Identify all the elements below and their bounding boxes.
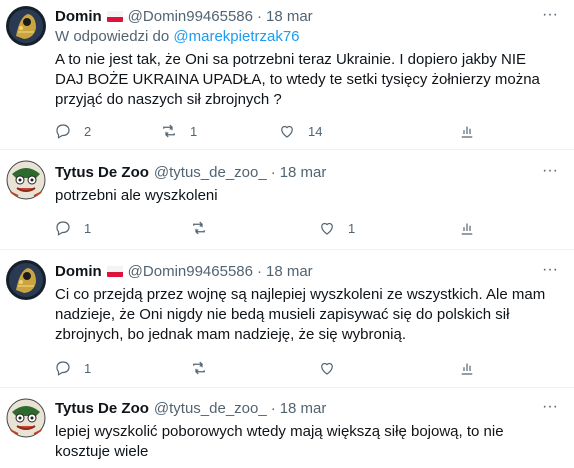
retweet-count: 1: [190, 123, 198, 139]
tweet-text: lepiej wyszkolić poborowych wtedy mają w…: [55, 423, 504, 460]
share-icon: [461, 223, 473, 235]
more-icon[interactable]: ···: [540, 7, 560, 28]
tweet-4[interactable]: Tytus De Zoo @tytus_de_zoo_ · 18 mar ··· le…: [0, 388, 574, 468]
reply-mention-link[interactable]: @marekpietrzak76: [173, 28, 299, 45]
tweet-header: Domin @Domin99465586 · 18 mar: [55, 263, 313, 281]
tweet-thread: Domin @Domin99465586 · 18 mar ··· W odpowie…: [0, 0, 574, 468]
share-button[interactable]: [458, 121, 476, 141]
avatar-tytus-image: [6, 398, 46, 438]
like-button[interactable]: 14: [278, 121, 322, 141]
share-button[interactable]: [458, 218, 476, 238]
tweet-1[interactable]: Domin @Domin99465586 · 18 mar ··· W odpowie…: [0, 0, 574, 150]
author-name[interactable]: Tytus De Zoo: [55, 164, 149, 181]
tweet-actions: 2 1 14: [50, 121, 510, 141]
avatar[interactable]: [6, 398, 46, 438]
reply-context: W odpowiedzi do @marekpietrzak76: [55, 28, 300, 46]
avatar[interactable]: [6, 6, 46, 46]
like-icon: [321, 222, 333, 235]
share-icon: [461, 363, 473, 375]
retweet-icon: [193, 361, 205, 375]
like-count: 1: [348, 220, 356, 236]
more-icon[interactable]: ···: [540, 163, 560, 184]
more-icon[interactable]: ···: [540, 399, 560, 420]
share-icon: [461, 126, 473, 138]
retweet-icon: [193, 221, 205, 235]
reply-count: 1: [84, 360, 92, 376]
tweet-actions: 1: [50, 358, 510, 378]
avatar-tytus-image: [6, 160, 46, 200]
tweet-3[interactable]: Domin @Domin99465586 · 18 mar ··· Ci co prz…: [0, 250, 574, 388]
tweet-header: Tytus De Zoo @tytus_de_zoo_ · 18 mar: [55, 400, 326, 418]
separator: ·: [256, 8, 262, 25]
author-name[interactable]: Domin: [55, 8, 102, 25]
reply-icon: [56, 221, 70, 236]
avatar-domin-image: [6, 6, 46, 46]
like-button[interactable]: 1: [318, 218, 355, 238]
author-handle[interactable]: @tytus_de_zoo_: [154, 164, 267, 181]
author-handle[interactable]: @Domin99465586: [128, 8, 253, 25]
author-name[interactable]: Domin: [55, 263, 102, 280]
retweet-button[interactable]: [190, 218, 208, 238]
reply-prefix: W odpowiedzi do: [55, 28, 170, 45]
author-name[interactable]: Tytus De Zoo: [55, 400, 149, 417]
reply-count: 2: [84, 123, 92, 139]
reply-button[interactable]: 1: [54, 218, 91, 238]
tweet-text: Ci co przejdą przez wojnę są najlepiej w…: [55, 286, 546, 343]
retweet-button[interactable]: 1: [160, 121, 197, 141]
separator: ·: [270, 400, 276, 417]
like-icon: [281, 125, 293, 138]
poland-flag-icon: [106, 266, 123, 277]
separator: ·: [270, 164, 276, 181]
tweet-date[interactable]: 18 mar: [280, 164, 327, 181]
tweet-text: potrzebni ale wyszkoleni: [55, 187, 218, 204]
separator: ·: [256, 263, 262, 280]
tweet-date[interactable]: 18 mar: [280, 400, 327, 417]
avatar[interactable]: [6, 160, 46, 200]
tweet-actions: 1 1: [50, 218, 510, 238]
avatar-domin-image: [6, 260, 46, 300]
author-handle[interactable]: @Domin99465586: [128, 263, 253, 280]
reply-icon: [56, 124, 70, 139]
poland-flag-icon: [106, 11, 123, 22]
avatar[interactable]: [6, 260, 46, 300]
tweet-2[interactable]: Tytus De Zoo @tytus_de_zoo_ · 18 mar ··· po…: [0, 150, 574, 250]
share-button[interactable]: [458, 358, 476, 378]
author-handle[interactable]: @tytus_de_zoo_: [154, 400, 267, 417]
like-count: 14: [308, 123, 323, 139]
reply-button[interactable]: 2: [54, 121, 91, 141]
retweet-icon: [163, 124, 175, 138]
reply-button[interactable]: 1: [54, 358, 91, 378]
tweet-date[interactable]: 18 mar: [266, 8, 313, 25]
retweet-button[interactable]: [190, 358, 208, 378]
tweet-header: Domin @Domin99465586 · 18 mar: [55, 8, 313, 26]
more-icon[interactable]: ···: [540, 262, 560, 283]
tweet-date[interactable]: 18 mar: [266, 263, 313, 280]
reply-icon: [56, 361, 70, 376]
like-button[interactable]: [318, 358, 336, 378]
tweet-text: A to nie jest tak, że Oni sa potrzebni t…: [55, 51, 540, 108]
reply-count: 1: [84, 220, 92, 236]
like-icon: [321, 362, 333, 375]
tweet-header: Tytus De Zoo @tytus_de_zoo_ · 18 mar: [55, 164, 326, 182]
